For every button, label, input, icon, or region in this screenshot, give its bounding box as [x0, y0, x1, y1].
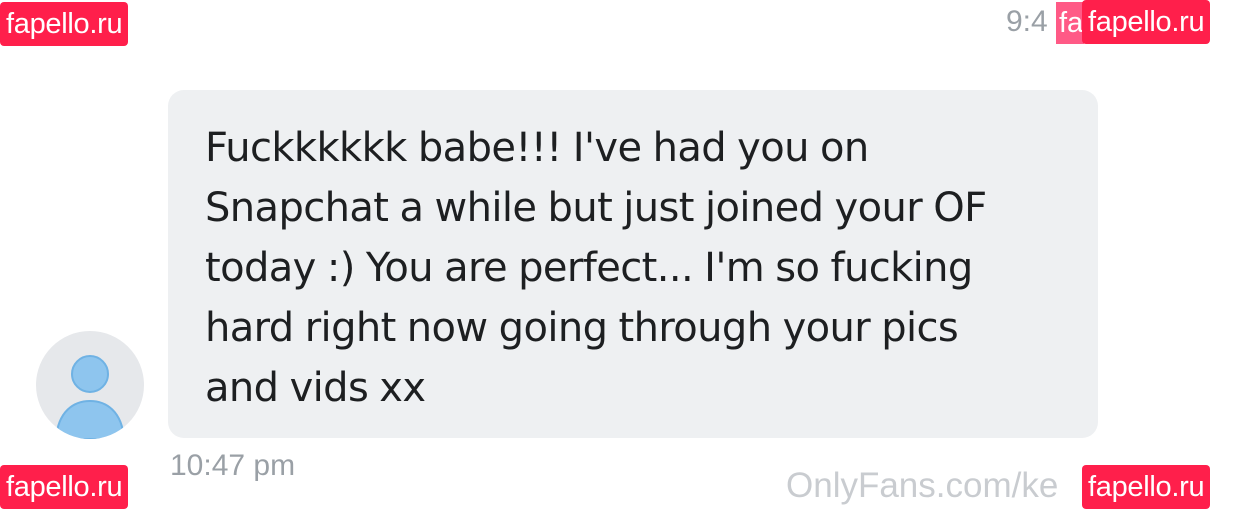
- message-line: Snapchat a while but just joined your OF: [205, 185, 987, 231]
- message-line: today :) You are perfect... I'm so fucki…: [205, 245, 973, 291]
- message-bubble[interactable]: Fuckkkkkk babe!!! I've had you on Snapch…: [168, 90, 1098, 438]
- message-line: hard right now going through your pics: [205, 305, 959, 351]
- avatar[interactable]: [36, 331, 144, 439]
- watermark-top-left: fapello.ru: [0, 2, 129, 46]
- watermark-bottom-left: fapello.ru: [0, 465, 129, 509]
- watermark-top-right: fapello.ru: [1082, 0, 1211, 44]
- message-text: Fuckkkkkk babe!!! I've had you on Snapch…: [205, 118, 1085, 418]
- message-line: Fuckkkkkk babe!!! I've had you on: [205, 125, 869, 171]
- message-timestamp: 10:47 pm: [170, 449, 296, 482]
- watermark-bottom-right: fapello.ru: [1082, 465, 1211, 509]
- user-placeholder-icon: [54, 355, 126, 439]
- previous-message-time: 9:4: [1006, 5, 1048, 38]
- onlyfans-watermark: OnlyFans.com/ke: [786, 466, 1059, 505]
- watermark-overlap-fragment: fa: [1056, 2, 1084, 44]
- message-line: and vids xx: [205, 365, 426, 411]
